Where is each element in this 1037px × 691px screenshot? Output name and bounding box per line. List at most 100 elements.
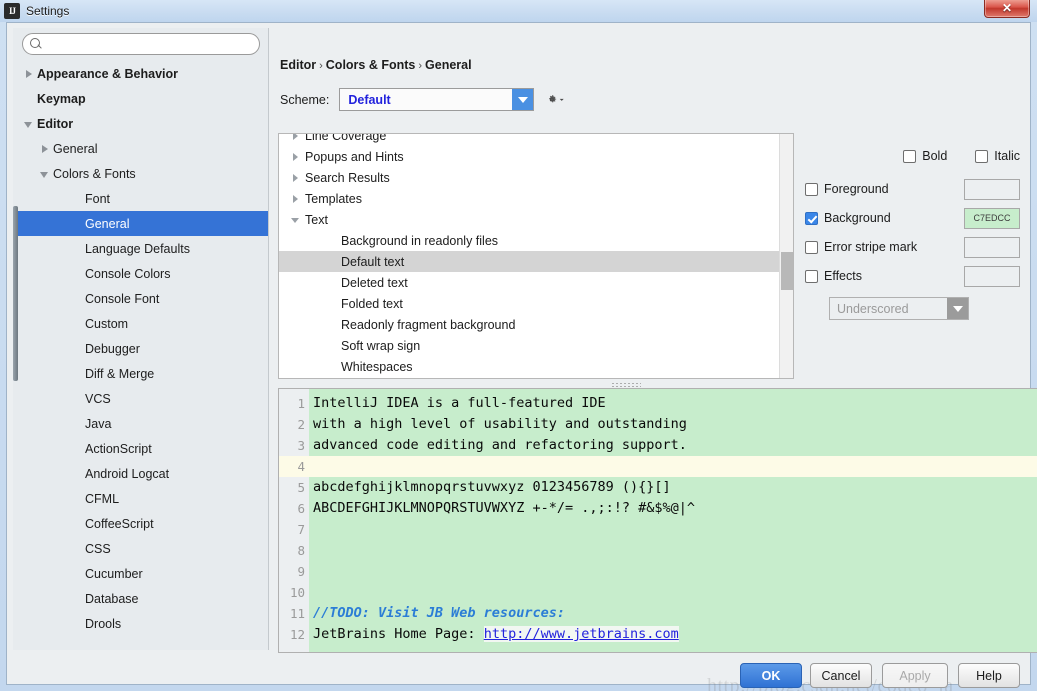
preview-code-line[interactable] [309, 540, 1037, 561]
sidebar-item-colors-fonts[interactable]: Colors & Fonts [13, 161, 268, 186]
scheme-combobox[interactable]: Default [339, 88, 535, 111]
search-input[interactable] [44, 37, 259, 51]
bold-checkbox[interactable] [903, 149, 917, 163]
sidebar-item-android-logcat[interactable]: Android Logcat [13, 461, 268, 486]
sidebar-item-keymap[interactable]: Keymap [13, 86, 268, 111]
error-stripe-color-swatch[interactable] [964, 236, 1020, 258]
attribute-list-item[interactable]: Deleted text [279, 272, 793, 293]
sidebar-item-label: Drools [85, 616, 122, 631]
sidebar-tree[interactable]: Appearance & Behavior Keymap Editor General… [13, 61, 268, 650]
attribute-list-item[interactable]: Whitespaces [279, 356, 793, 377]
chevron-down-icon[interactable] [947, 298, 968, 319]
sidebar-item-console-font[interactable]: Console Font [13, 286, 268, 311]
attribute-list-item[interactable]: Search Results [279, 167, 793, 188]
attribute-list-scrollbar[interactable] [779, 134, 793, 378]
sidebar-scrollbar[interactable] [13, 61, 18, 650]
sidebar-item-editor[interactable]: Editor [13, 111, 268, 136]
sidebar-item-label: General [53, 141, 98, 156]
attribute-list-item[interactable]: Popups and Hints [279, 146, 793, 167]
foreground-color-swatch[interactable] [964, 178, 1020, 200]
preview-code-line[interactable]: IntelliJ IDEA is a full-featured IDE [309, 393, 1037, 414]
help-button[interactable]: Help [958, 663, 1020, 688]
italic-checkbox[interactable] [975, 149, 989, 163]
preview-code-line[interactable]: ABCDEFGHIJKLMNOPQRSTUVWXYZ +-*/= .,;:!? … [309, 498, 1037, 519]
search-box[interactable] [22, 33, 260, 55]
attribute-list-item[interactable]: Text [279, 209, 793, 230]
sidebar-item-diff-merge[interactable]: Diff & Merge [13, 361, 268, 386]
chevron-down-icon[interactable] [37, 166, 53, 182]
attribute-list-item[interactable]: Line Coverage [279, 134, 793, 146]
attribute-list-item[interactable]: Readonly fragment background [279, 314, 793, 335]
sidebar-item-drools[interactable]: Drools [13, 611, 268, 636]
chevron-right-icon[interactable] [287, 134, 305, 143]
sidebar-item-coffeescript[interactable]: CoffeeScript [13, 511, 268, 536]
preview-code-line[interactable]: advanced code editing and refactoring su… [309, 435, 1037, 456]
sidebar-item-appearance-behavior[interactable]: Appearance & Behavior [13, 61, 268, 86]
error-stripe-mark-checkbox[interactable] [805, 240, 818, 254]
effects-label: Effects [824, 269, 862, 283]
color-attribute-list[interactable]: Line Coverage Popups and Hints Search Resu… [278, 133, 794, 379]
close-button[interactable]: ✕ [984, 0, 1030, 18]
chevron-right-icon[interactable] [21, 66, 37, 82]
attribute-list-item[interactable]: Soft wrap sign [279, 335, 793, 356]
attribute-list-item[interactable]: Folded text [279, 293, 793, 314]
sidebar-scrollbar-thumb[interactable] [13, 206, 18, 381]
attribute-list-scrollbar-thumb[interactable] [781, 252, 793, 290]
effects-color-swatch[interactable] [964, 265, 1020, 287]
sidebar-item-custom[interactable]: Custom [13, 311, 268, 336]
sidebar-item-general[interactable]: General [13, 211, 268, 236]
ok-button[interactable]: OK [740, 663, 802, 688]
attribute-list-item[interactable]: Templates [279, 188, 793, 209]
breadcrumb-separator-1: › [319, 60, 323, 72]
background-checkbox[interactable] [805, 211, 818, 225]
preview-code-line[interactable]: JetBrains Home Page: http://www.jetbrain… [309, 624, 1037, 645]
breadcrumb-part-editor[interactable]: Editor [280, 58, 316, 72]
attribute-list-item[interactable]: Background in readonly files [279, 230, 793, 251]
effects-checkbox[interactable] [805, 269, 818, 283]
gear-icon[interactable] [546, 91, 564, 109]
cancel-button[interactable]: Cancel [810, 663, 872, 688]
preview-code-line[interactable] [309, 456, 1037, 477]
italic-checkbox-group[interactable]: Italic [969, 149, 1020, 163]
chevron-down-icon[interactable] [21, 116, 37, 132]
sidebar-item-java[interactable]: Java [13, 411, 268, 436]
sidebar-item-general[interactable]: General [13, 136, 268, 161]
effects-type-combobox[interactable]: Underscored [829, 297, 969, 320]
foreground-row: Foreground [805, 178, 1020, 200]
jetbrains-url-link[interactable]: http://www.jetbrains.com [483, 626, 679, 642]
preview-code-line[interactable] [309, 561, 1037, 582]
sidebar-item-font[interactable]: Font [13, 186, 268, 211]
editor-preview-text[interactable]: IntelliJ IDEA is a full-featured IDE with… [309, 389, 1037, 652]
sidebar-item-cucumber[interactable]: Cucumber [13, 561, 268, 586]
line-number: 9 [297, 564, 305, 579]
chevron-down-icon[interactable] [512, 89, 534, 110]
sidebar-item-console-colors[interactable]: Console Colors [13, 261, 268, 286]
color-scheme-preview-editor[interactable]: 1 2 3 4 5 6 7 8 9 10 11 12 IntelliJ IDEA is a full-… [278, 388, 1037, 653]
sidebar-item-debugger[interactable]: Debugger [13, 336, 268, 361]
sidebar-item-cfml[interactable]: CFML [13, 486, 268, 511]
chevron-right-icon[interactable] [287, 150, 305, 164]
preview-code-line[interactable]: with a high level of usability and outst… [309, 414, 1037, 435]
foreground-checkbox[interactable] [805, 182, 818, 196]
breadcrumb-part-colors-fonts[interactable]: Colors & Fonts [326, 58, 416, 72]
attribute-list-item[interactable]: Default text [279, 251, 793, 272]
chevron-right-icon[interactable] [287, 192, 305, 206]
preview-code-line[interactable]: abcdefghijklmnopqrstuvwxyz 0123456789 ()… [309, 477, 1037, 498]
sidebar-item-css[interactable]: CSS [13, 536, 268, 561]
chevron-down-icon[interactable] [287, 213, 305, 227]
preview-code-line[interactable] [309, 582, 1037, 603]
sidebar-item-actionscript[interactable]: ActionScript [13, 436, 268, 461]
chevron-right-icon[interactable] [37, 141, 53, 157]
sidebar-item-database[interactable]: Database [13, 586, 268, 611]
preview-code-line[interactable]: //TODO: Visit JB Web resources: [309, 603, 1037, 624]
color-attribute-list-body[interactable]: Line Coverage Popups and Hints Search Resu… [279, 134, 793, 377]
sidebar-item-vcs[interactable]: VCS [13, 386, 268, 411]
sidebar-item-label: Console Font [85, 291, 160, 306]
sidebar-item-language-defaults[interactable]: Language Defaults [13, 236, 268, 261]
bold-checkbox-group[interactable]: Bold [897, 149, 947, 163]
chevron-right-icon[interactable] [287, 171, 305, 185]
preview-code-line[interactable] [309, 519, 1037, 540]
background-color-swatch[interactable]: C7EDCC [964, 207, 1020, 229]
